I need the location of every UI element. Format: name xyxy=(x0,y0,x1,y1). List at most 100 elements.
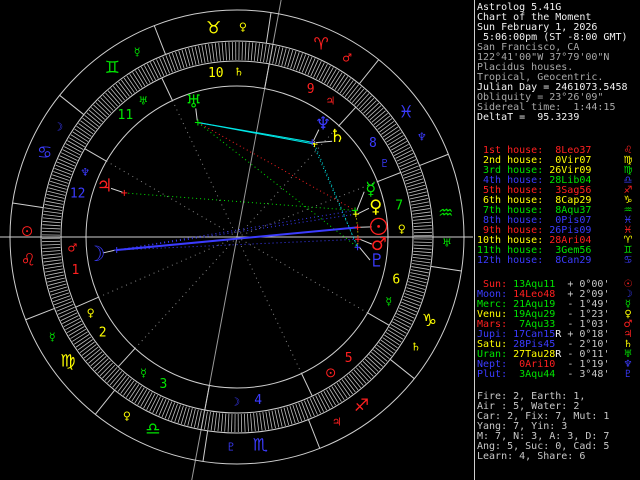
degree-tick xyxy=(65,320,82,331)
degree-tick xyxy=(165,55,173,73)
degree-tick xyxy=(45,197,64,202)
header-line-11: DeltaT = 95.3239 xyxy=(477,112,580,123)
degree-tick xyxy=(253,413,256,432)
degree-tick xyxy=(301,55,310,73)
degree-tick xyxy=(411,204,430,209)
degree-tick xyxy=(42,231,61,233)
degree-tick xyxy=(62,149,79,159)
wheel-svg: ♈♂♉ ♀♊☿♋☽♌♍☿♎♀♏♇♐♃♑♄♒♅♓♆1♂2♀3☿4☽56☿7♀8♇9♃… xyxy=(0,0,473,480)
degree-tick xyxy=(45,271,64,276)
degree-tick xyxy=(315,395,325,412)
degree-tick xyxy=(155,397,164,415)
planet-icon: ♇ xyxy=(623,369,633,380)
degree-tick xyxy=(259,412,263,431)
degree-tick xyxy=(402,168,420,176)
sidebar-divider xyxy=(474,0,475,480)
degree-tick xyxy=(393,146,411,156)
planet-velocity: - 3°48' xyxy=(561,369,610,380)
degree-tick xyxy=(44,204,63,208)
degree-tick xyxy=(43,259,62,263)
degree-tick xyxy=(403,171,422,179)
planet-glyph-venus: ♀ xyxy=(369,196,382,217)
house-cusp-spoke xyxy=(171,100,238,238)
house-ruler-glyph-11: ♅ xyxy=(138,95,148,108)
degree-tick xyxy=(395,149,412,159)
degree-tick xyxy=(59,155,77,164)
degree-tick xyxy=(395,315,412,325)
house-label: 12th house: xyxy=(477,255,550,266)
degree-tick xyxy=(46,274,65,280)
degree-tick xyxy=(412,208,430,212)
degree-tick xyxy=(44,262,62,266)
degree-tick xyxy=(63,318,81,328)
degree-tick xyxy=(274,409,280,428)
house-cusp-segment xyxy=(338,106,357,126)
degree-tick xyxy=(140,390,150,407)
degree-tick xyxy=(201,45,206,63)
house-row: 12th house: 8Can29 ♋ xyxy=(477,256,640,266)
chart-wheel-area: ♈ ♂ ♉ ♀ ♊ ☿ ♋ ☽ ♌ ♍ ☿ ♎ ♀ ♏ ♇ ♐ ♃ ♑ ♄ ♒ ♅ ♓ ♆ 1 ♂ 2 ♀ 3 ☿ 4 ☽ 5 6 ☿ 7 ♀ 8 ♇ 9 ♃… xyxy=(0,0,474,480)
degree-tick xyxy=(400,162,418,170)
sign-boundary xyxy=(430,265,462,272)
degree-tick xyxy=(399,307,416,316)
sign-glyph-6: ♎ xyxy=(145,419,160,439)
degree-tick xyxy=(312,396,321,414)
sign-ruler-glyph-5: ☿ xyxy=(49,330,56,343)
degree-tick xyxy=(68,137,85,148)
degree-tick xyxy=(304,400,312,418)
planet-glyph-sun-dot xyxy=(377,224,381,228)
sign-boundary xyxy=(419,153,449,167)
degree-tick xyxy=(326,68,337,85)
degree-tick xyxy=(204,411,208,430)
planet-row: Plut: 3Aqu44 - 3°48' ♇ xyxy=(477,370,640,380)
degree-tick xyxy=(295,403,303,422)
planet-value: 3Aqu44 xyxy=(513,369,556,380)
degree-tick xyxy=(153,60,162,78)
degree-tick xyxy=(158,399,167,416)
degree-tick xyxy=(410,272,429,277)
degree-tick xyxy=(400,304,418,313)
house-ruler-glyph-1: ♂ xyxy=(67,241,77,254)
house-cusp-spoke xyxy=(236,236,303,374)
degree-tick xyxy=(304,56,313,74)
stats-line-6: Learn: 4, Share: 6 xyxy=(477,451,586,462)
degree-tick xyxy=(42,250,61,253)
degree-tick xyxy=(174,404,181,422)
degree-tick xyxy=(298,402,306,420)
degree-tick xyxy=(221,42,224,61)
degree-tick xyxy=(266,44,270,63)
degree-tick xyxy=(413,228,432,231)
sign-ruler-glyph-3: ☽ xyxy=(53,120,63,133)
degree-tick xyxy=(413,253,432,257)
house-cusp-segment xyxy=(204,385,210,411)
house-ruler-glyph-10: ♄ xyxy=(234,66,244,79)
degree-tick xyxy=(197,410,202,429)
degree-tick xyxy=(60,312,78,321)
planet-glyph-neptune: ♆ xyxy=(315,114,331,135)
degree-tick xyxy=(409,194,428,200)
sign-glyph-1: ♉ xyxy=(206,18,221,38)
degree-tick xyxy=(149,395,159,412)
degree-tick xyxy=(68,326,85,336)
degree-tick xyxy=(411,266,430,270)
house-ruler-glyph-6: ☿ xyxy=(385,295,392,308)
house-cusp-segment xyxy=(301,373,313,397)
degree-tick xyxy=(225,42,227,61)
degree-tick xyxy=(412,260,431,264)
degree-tick xyxy=(194,409,199,428)
planet-pointer-jupiter xyxy=(110,187,123,193)
degree-tick xyxy=(411,201,429,206)
sign-glyph-0: ♈ xyxy=(314,35,329,55)
degree-tick xyxy=(228,42,231,61)
degree-tick xyxy=(313,60,322,78)
house-ruler-glyph-9: ♃ xyxy=(326,95,336,108)
sign-boundary xyxy=(265,12,272,44)
degree-tick xyxy=(55,301,73,309)
degree-tick xyxy=(56,161,74,170)
degree-tick xyxy=(42,247,61,249)
sign-boundary xyxy=(153,25,167,55)
degree-tick xyxy=(198,45,203,64)
degree-tick xyxy=(413,221,432,224)
sign-boundary xyxy=(358,59,380,85)
degree-tick xyxy=(146,393,156,410)
